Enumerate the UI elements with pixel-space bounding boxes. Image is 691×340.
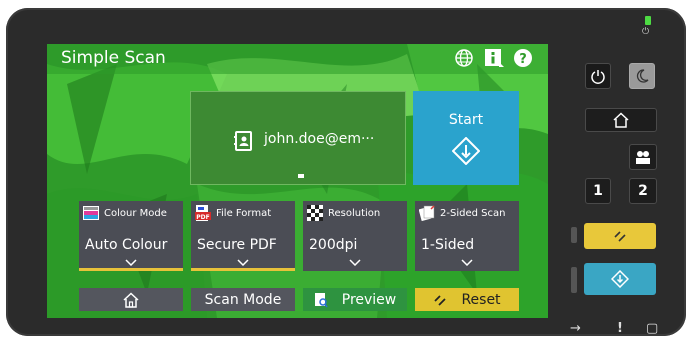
- users-icon: [636, 151, 650, 164]
- sleep-button[interactable]: [629, 63, 655, 89]
- reset-icon: [434, 294, 447, 306]
- start-diamond-icon: [611, 270, 629, 288]
- power-button[interactable]: [585, 63, 611, 89]
- function-key-2[interactable]: 2: [629, 178, 657, 204]
- chevron-down-icon: [461, 259, 473, 266]
- reset-indicator: [571, 227, 577, 243]
- resolution-icon: [307, 205, 323, 221]
- hard-home-button[interactable]: [585, 108, 657, 132]
- screen-title: Simple Scan: [61, 48, 166, 68]
- start-label: Start: [448, 112, 484, 128]
- two-sided-scan-icon: [419, 205, 435, 221]
- selection-underline: [191, 268, 295, 271]
- two-sided-scan-tile[interactable]: 2-Sided Scan 1-Sided: [415, 201, 519, 271]
- selection-underline: [79, 268, 183, 271]
- page-indicator: [298, 174, 304, 178]
- title-bar: Simple Scan ?: [47, 44, 548, 74]
- power-status-icon: ⏻: [642, 27, 650, 37]
- svg-text:PDF: PDF: [196, 214, 209, 221]
- moon-icon: [636, 69, 649, 83]
- two-sided-scan-value: 1-Sided: [421, 237, 475, 253]
- info-icon[interactable]: [484, 48, 504, 68]
- data-icon: ▢: [646, 321, 659, 336]
- power-icon: [591, 70, 605, 84]
- alert-icon: !: [617, 321, 623, 336]
- reset-icon: [614, 231, 626, 242]
- svg-text:?: ?: [519, 52, 527, 67]
- file-format-value: Secure PDF: [197, 237, 277, 253]
- function-key-1[interactable]: 1: [585, 178, 611, 204]
- preview-button[interactable]: Preview: [303, 288, 407, 311]
- chevron-down-icon: [349, 259, 361, 266]
- preview-icon: [314, 292, 328, 307]
- chevron-down-icon: [237, 259, 249, 266]
- home-icon: [613, 112, 629, 128]
- reset-button[interactable]: Reset: [415, 288, 519, 311]
- home-button[interactable]: [79, 288, 183, 311]
- colour-mode-value: Auto Colour: [85, 237, 168, 253]
- resolution-tile[interactable]: Resolution 200dpi: [303, 201, 407, 271]
- start-indicator: [571, 267, 577, 293]
- reset-label: Reset: [461, 291, 501, 308]
- hard-reset-key[interactable]: [584, 223, 656, 249]
- start-button[interactable]: Start: [413, 91, 519, 185]
- colour-mode-icon: [83, 206, 99, 220]
- preview-label: Preview: [341, 291, 397, 308]
- two-sided-scan-label: 2-Sided Scan: [440, 207, 506, 219]
- scan-mode-button[interactable]: Scan Mode: [191, 288, 295, 311]
- colour-mode-tile[interactable]: Colour Mode Auto Colour: [79, 201, 183, 271]
- help-icon[interactable]: ?: [513, 48, 533, 68]
- scan-mode-label: Scan Mode: [204, 291, 282, 308]
- destination-email: john.doe@em···: [264, 131, 375, 147]
- power-led: [645, 16, 651, 25]
- file-format-tile[interactable]: PDF File Format Secure PDF: [191, 201, 295, 271]
- destination-button[interactable]: john.doe@em···: [190, 91, 406, 185]
- user-button[interactable]: [629, 144, 657, 170]
- pdf-file-icon: PDF: [195, 205, 211, 221]
- chevron-down-icon: [125, 259, 137, 266]
- file-format-label: File Format: [216, 207, 272, 219]
- login-icon: →: [570, 321, 581, 336]
- hard-start-key[interactable]: [584, 263, 656, 295]
- resolution-value: 200dpi: [309, 237, 358, 253]
- home-icon: [123, 291, 139, 308]
- resolution-label: Resolution: [328, 207, 381, 219]
- address-book-icon: [234, 131, 252, 151]
- start-diamond-icon: [452, 137, 480, 165]
- colour-mode-label: Colour Mode: [104, 207, 167, 219]
- globe-icon[interactable]: [454, 48, 474, 68]
- touch-screen: Simple Scan ? john.doe@em··· Start Colou…: [47, 44, 548, 318]
